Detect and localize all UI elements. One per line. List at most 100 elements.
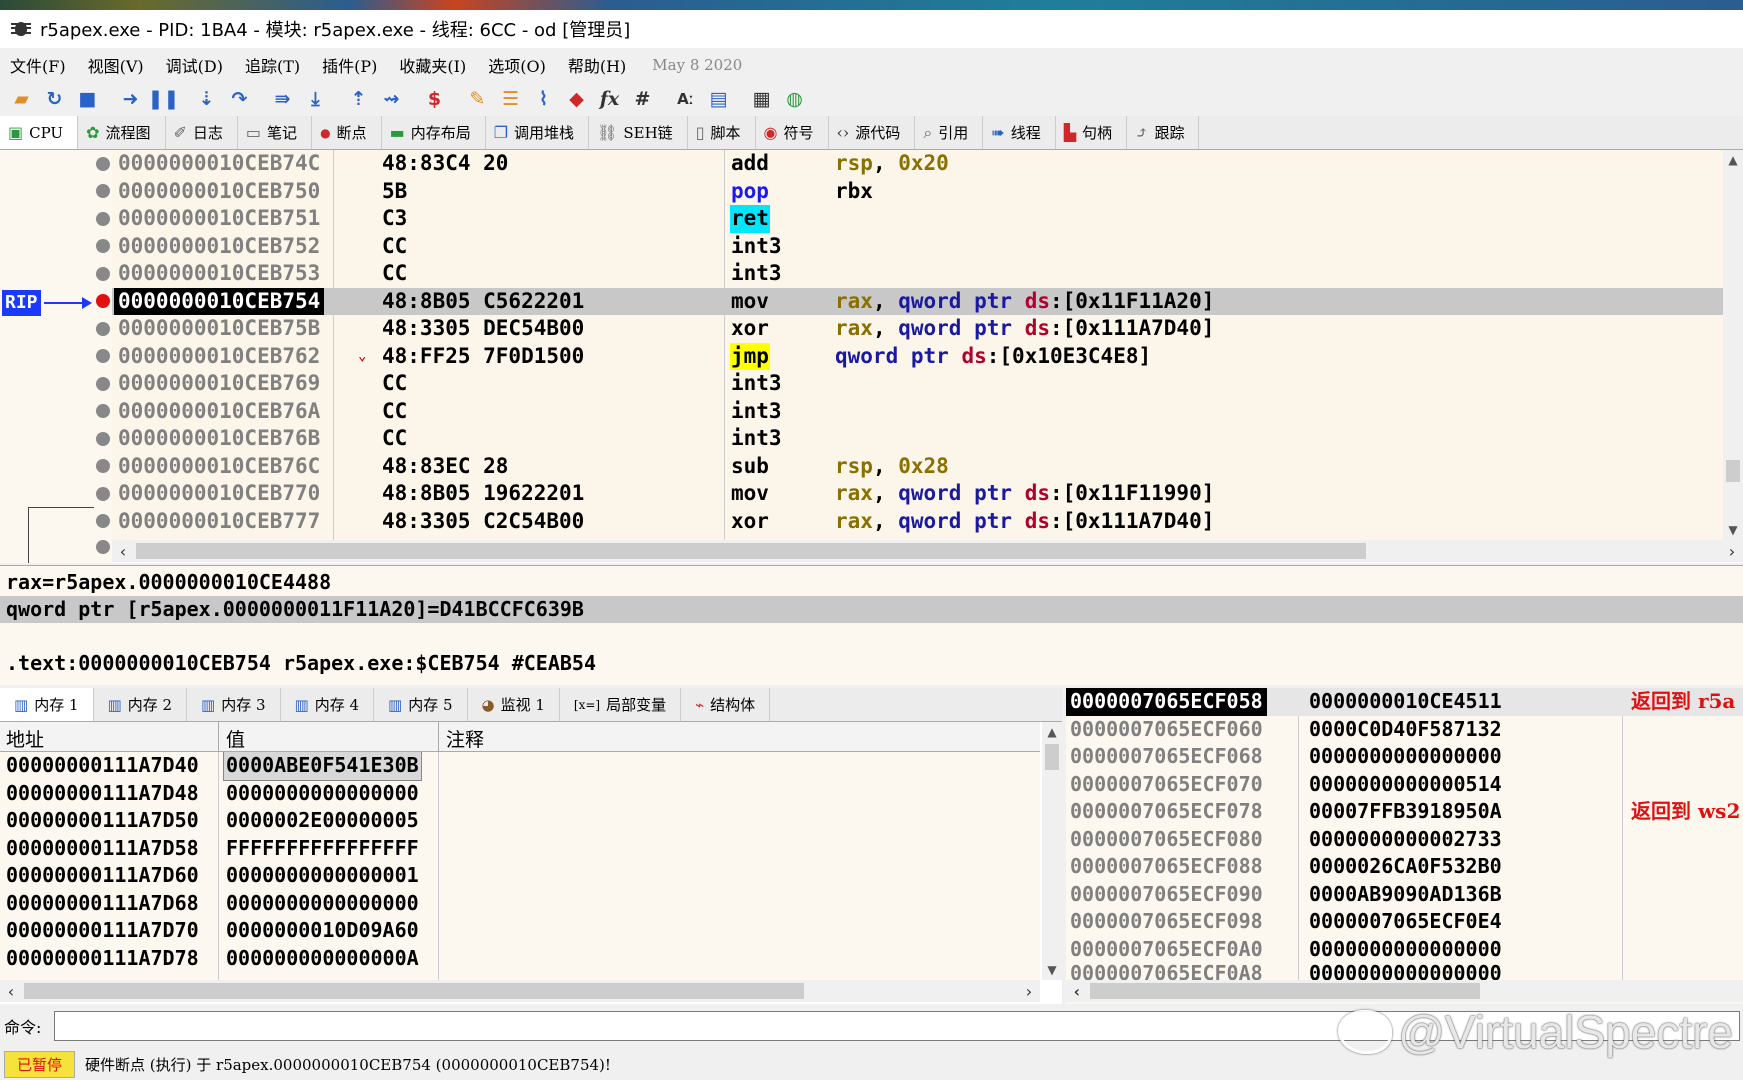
calculator-icon[interactable]: ▦ [746, 85, 777, 113]
scroll-left-icon[interactable]: ‹ [1066, 982, 1088, 1001]
function-icon[interactable]: fx [594, 85, 625, 113]
patch-icon[interactable]: ✎ [462, 85, 493, 113]
comment-icon[interactable]: ☰ [495, 85, 526, 113]
step-over-icon[interactable]: ↷ [224, 85, 255, 113]
disassembly-vscroll[interactable]: ▲ ▼ [1723, 150, 1743, 540]
menu-file[interactable]: 文件(F) [10, 53, 66, 77]
bookmark-icon[interactable]: ◆ [561, 85, 592, 113]
dump-header-comment[interactable]: 注释 [446, 725, 484, 752]
dump-row[interactable]: 00000000111A7D70 0000000010D09A60 [0, 917, 1040, 945]
disasm-row[interactable]: 0000000010CEB751 C3 ret [112, 205, 1723, 233]
scroll-thumb[interactable] [24, 983, 804, 999]
breakpoint-marker[interactable] [96, 157, 110, 171]
disasm-row-selected[interactable]: 0000000010CEB754 48:8B05 C5622201 mov ra… [112, 287, 1723, 315]
stack-row[interactable]: 0000007065ECF0A0 0000000000000000 [1066, 936, 1743, 964]
tab-script[interactable]: ▯ 脚本 [688, 116, 756, 149]
trace-over-icon[interactable]: ⤓ [300, 85, 331, 113]
stack-row[interactable]: 0000007065ECF080 0000000000002733 [1066, 826, 1743, 854]
dump-row[interactable]: 00000000111A7D50 0000002E00000005 [0, 807, 1040, 835]
tab-log[interactable]: ✐ 日志 [166, 116, 238, 149]
disasm-row[interactable]: 0000000010CEB74C 48:83C4 20 add rsp, 0x2… [112, 150, 1723, 178]
font-icon[interactable]: Aː [670, 85, 701, 113]
scroll-right-icon[interactable]: › [1721, 542, 1743, 561]
tab-source[interactable]: ‹› 源代码 [829, 116, 916, 149]
run-icon[interactable]: ➜ [115, 85, 146, 113]
breakpoint-marker[interactable] [96, 349, 110, 363]
step-into-icon[interactable]: ⇣ [191, 85, 222, 113]
dump-listing[interactable]: 00000000111A7D40 0000ABE0F541E30B 0000000… [0, 752, 1040, 980]
tab-cpu[interactable]: ▣ CPU [0, 116, 79, 149]
stack-pane[interactable]: 0000007065ECF058 0000000010CE4511 返回到 r5a … [1066, 688, 1743, 1004]
dump-header-value[interactable]: 值 [226, 725, 245, 752]
dump-hscroll[interactable]: ‹ › [0, 980, 1040, 1002]
breakpoint-marker[interactable] [96, 322, 110, 336]
execute-till-return-icon[interactable]: ⇡ [343, 85, 374, 113]
stack-row[interactable]: 0000007065ECF060 0000C0D40F587132 [1066, 716, 1743, 744]
breakpoint-marker[interactable] [96, 404, 110, 418]
run-to-user-code-icon[interactable]: ⇝ [376, 85, 407, 113]
scroll-left-icon[interactable]: ‹ [0, 982, 22, 1001]
tab-locals[interactable]: [x=] 局部变量 [560, 688, 682, 721]
breakpoint-marker[interactable] [96, 487, 110, 501]
menu-debug[interactable]: 调试(D) [166, 53, 223, 77]
trace-into-icon[interactable]: ⇛ [267, 85, 298, 113]
stack-row-selected[interactable]: 0000007065ECF058 0000000010CE4511 返回到 r5a [1066, 688, 1743, 716]
breakpoint-marker[interactable] [96, 377, 110, 391]
stack-row[interactable]: 0000007065ECF0A8 0000000000000000 [1066, 960, 1743, 980]
pause-icon[interactable]: ❚❚ [148, 85, 180, 113]
menu-options[interactable]: 选项(O) [488, 53, 546, 77]
scroll-left-icon[interactable]: ‹ [112, 542, 134, 561]
disasm-row[interactable]: 0000000010CEB753 CC int3 [112, 260, 1723, 288]
disasm-row[interactable]: 0000000010CEB762 ⌄ 48:FF25 7F0D1500 jmp … [112, 342, 1723, 370]
disasm-row[interactable]: 0000000010CEB777 48:3305 C2C54B00 xor ra… [112, 508, 1723, 536]
menu-view[interactable]: 视图(V) [88, 53, 144, 77]
breakpoint-marker[interactable] [96, 184, 110, 198]
tab-threads[interactable]: ➠ 线程 [983, 116, 1056, 149]
hash-icon[interactable]: # [627, 85, 658, 113]
breakpoint-marker[interactable] [96, 514, 110, 528]
tab-struct[interactable]: ⌁ 结构体 [681, 688, 771, 721]
disassembly-gutter[interactable]: RIP [0, 150, 112, 563]
breakpoint-marker[interactable] [96, 432, 110, 446]
dump-row[interactable]: 00000000111A7D58 FFFFFFFFFFFFFFFF [0, 835, 1040, 863]
disasm-row[interactable]: 0000000010CEB750 5B pop rbx [112, 178, 1723, 206]
scroll-down-icon[interactable]: ▼ [1042, 960, 1062, 980]
tab-call-stack[interactable]: ❐ 调用堆栈 [486, 116, 590, 149]
disassembly-hscroll[interactable]: ‹ › [112, 540, 1743, 562]
stack-row[interactable]: 0000007065ECF078 00007FFB3918950A 返回到 ws2 [1066, 798, 1743, 826]
breakpoint-marker-active[interactable] [96, 294, 110, 308]
stack-row[interactable]: 0000007065ECF070 0000000000000514 [1066, 771, 1743, 799]
tab-handles[interactable]: ▙ 句柄 [1056, 116, 1128, 149]
disasm-row[interactable]: 0000000010CEB752 CC int3 [112, 233, 1723, 261]
menu-favourites[interactable]: 收藏夹(I) [399, 53, 466, 77]
stack-hscroll[interactable]: ‹ [1066, 980, 1743, 1002]
disasm-row[interactable]: 0000000010CEB770 48:8B05 19622201 mov ra… [112, 480, 1723, 508]
scroll-thumb[interactable] [136, 543, 1366, 559]
menu-help[interactable]: 帮助(H) [568, 53, 626, 77]
dump-vscroll[interactable]: ▲ ▼ [1042, 722, 1062, 980]
menu-plugins[interactable]: 插件(P) [322, 53, 377, 77]
stop-icon[interactable]: ■ [72, 85, 103, 113]
tab-references[interactable]: ⌕ 引用 [915, 116, 984, 149]
dump-row[interactable]: 00000000111A7D78 000000000000000A [0, 945, 1040, 973]
info-pane[interactable]: rax=r5apex.0000000010CE4488 qword ptr [r… [0, 565, 1743, 685]
breakpoint-marker[interactable] [96, 212, 110, 226]
label-icon[interactable]: ⌇ [528, 85, 559, 113]
scroll-right-icon[interactable]: › [1018, 982, 1040, 1001]
tab-dump-4[interactable]: ▥ 内存 4 [281, 688, 374, 721]
breakpoint-marker[interactable] [96, 239, 110, 253]
tab-notes[interactable]: ▭ 笔记 [238, 116, 313, 149]
scroll-thumb[interactable] [1090, 983, 1480, 999]
breakpoint-marker[interactable] [96, 540, 110, 554]
stack-row[interactable]: 0000007065ECF098 0000007065ECF0E4 [1066, 908, 1743, 936]
scroll-thumb[interactable] [1045, 744, 1059, 770]
script-icon[interactable]: $ [419, 85, 450, 113]
tab-trace[interactable]: ⤴ 跟踪 [1127, 116, 1200, 149]
disasm-row[interactable]: 0000000010CEB76B CC int3 [112, 425, 1723, 453]
tab-seh[interactable]: ⛓ SEH链 [589, 116, 688, 149]
disasm-row[interactable]: 0000000010CEB75B 48:3305 DEC54B00 xor ra… [112, 315, 1723, 343]
copy-icon[interactable]: ▤ [703, 85, 734, 113]
stack-row[interactable]: 0000007065ECF090 0000AB9090AD136B [1066, 881, 1743, 909]
tab-dump-2[interactable]: ▥ 内存 2 [94, 688, 187, 721]
tab-breakpoints[interactable]: ● 断点 [312, 116, 382, 149]
